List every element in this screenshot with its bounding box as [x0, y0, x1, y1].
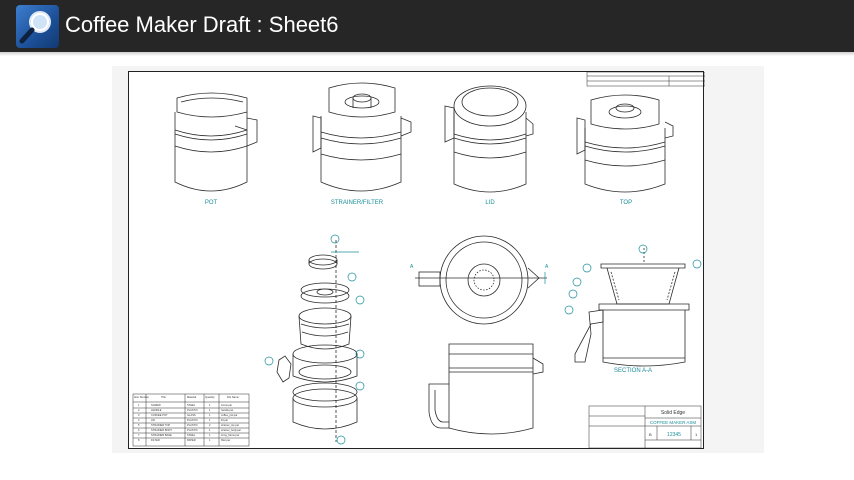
- bom-cell: screw.par: [221, 403, 232, 407]
- section-view: [574, 248, 690, 367]
- bom-header-title: Title: [161, 395, 166, 399]
- drawing-canvas: POT STRAINER/FILTER LID TOP SECTION A-A …: [132, 71, 706, 449]
- bom-cell: lid.par: [221, 418, 228, 422]
- bom-cell: STEEL: [187, 403, 196, 407]
- bom-cell: filter.par: [221, 438, 230, 442]
- window-title: Coffee Maker Draft : Sheet6: [65, 12, 339, 37]
- bom-cell: coffee_pot.par: [221, 413, 238, 417]
- bom-cell: 3: [138, 413, 140, 417]
- label-lid: LID: [485, 200, 495, 206]
- label-section: SECTION A-A: [614, 368, 652, 374]
- bom-cell: PLASTIC: [187, 423, 198, 427]
- bom-cell: COFFEE POT: [151, 413, 168, 417]
- bom-cell: 6: [138, 428, 140, 432]
- bom-table: Item Number Title Material Quantity File…: [134, 395, 239, 399]
- bom-cell: 7: [138, 433, 140, 437]
- bom-header-item: Item Number: [134, 395, 149, 399]
- bom-cell: 1: [209, 413, 211, 417]
- title-block-size: B: [649, 432, 652, 437]
- bom-cell: STRAINER BASE: [151, 433, 172, 437]
- strainer-view: [312, 82, 412, 192]
- front-view: [428, 343, 544, 435]
- bom-cell: 1: [209, 408, 211, 412]
- bom-cell: 1: [209, 403, 211, 407]
- bom-cell: handle.par: [221, 408, 233, 412]
- bom-cell: PAPER: [187, 438, 196, 442]
- bom-cell: STRAINER TOP: [151, 423, 170, 427]
- bom-header-material: Material: [187, 395, 197, 399]
- top-view: [576, 94, 674, 193]
- section-marker-right: A: [545, 264, 549, 270]
- bom-cell: GLASS: [187, 413, 196, 417]
- title-bar-shadow: [0, 52, 854, 56]
- bom-cell: 8: [138, 438, 140, 442]
- title-bar: Coffee Maker Draft : Sheet6: [0, 0, 854, 52]
- lid-view: [444, 85, 534, 193]
- pot-view: [174, 92, 258, 192]
- revision-block-frame: [586, 71, 706, 87]
- bom-cell: SCREW: [151, 403, 161, 407]
- plan-view: [415, 235, 547, 325]
- bom-cell: 5: [138, 423, 140, 427]
- callout-balloons: [264, 234, 702, 445]
- bom-header-file: File Name: [227, 395, 239, 399]
- bom-header-quantity: Quantity: [205, 395, 215, 399]
- exploded-view: [276, 240, 358, 442]
- bom-cell: 1: [209, 438, 211, 442]
- bom-cell: 1: [209, 418, 211, 422]
- bom-cell: LID: [151, 418, 155, 422]
- bom-cell: 2: [209, 423, 211, 427]
- bom-cell: FILTER: [151, 438, 160, 442]
- title-block-title: COFFEE MAKER ASM: [650, 420, 697, 425]
- label-pot: POT: [205, 200, 218, 206]
- bom-cell: 1: [138, 403, 140, 407]
- bom-rows: 1 SCREW STEEL 1 screw.par 2 HANDLE PLASTIC 1 hand…: [138, 403, 241, 442]
- title-block-rev: 1: [695, 432, 698, 437]
- bom-cell: 1: [209, 428, 211, 432]
- magnifier-icon[interactable]: [16, 5, 59, 48]
- bom-cell: STEEL: [187, 433, 196, 437]
- bom-cell: PLASTIC: [187, 428, 198, 432]
- label-strainer: STRAINER/FILTER: [331, 200, 384, 206]
- section-marker-left: A: [410, 264, 414, 270]
- bom-cell: STRAINER BODY: [151, 428, 172, 432]
- bom-cell: HANDLE: [151, 408, 162, 412]
- bom-cell: strainer_top.par: [221, 423, 239, 427]
- bom-cell: 2: [138, 408, 140, 412]
- bom-cell: strainer_body.par: [221, 428, 241, 432]
- label-top: TOP: [620, 200, 632, 206]
- bom-cell: strng_frame.par: [221, 433, 239, 437]
- bom-cell: 4: [138, 418, 140, 422]
- drawing-sheet[interactable]: POT STRAINER/FILTER LID TOP SECTION A-A …: [128, 71, 706, 449]
- title-block-dwg-no: 12345: [667, 432, 681, 438]
- bom-cell: 1: [209, 433, 211, 437]
- bom-cell: PLASTIC: [187, 418, 198, 422]
- bom-cell: PLASTIC: [187, 408, 198, 412]
- title-block-company: Solid Edge: [661, 410, 685, 416]
